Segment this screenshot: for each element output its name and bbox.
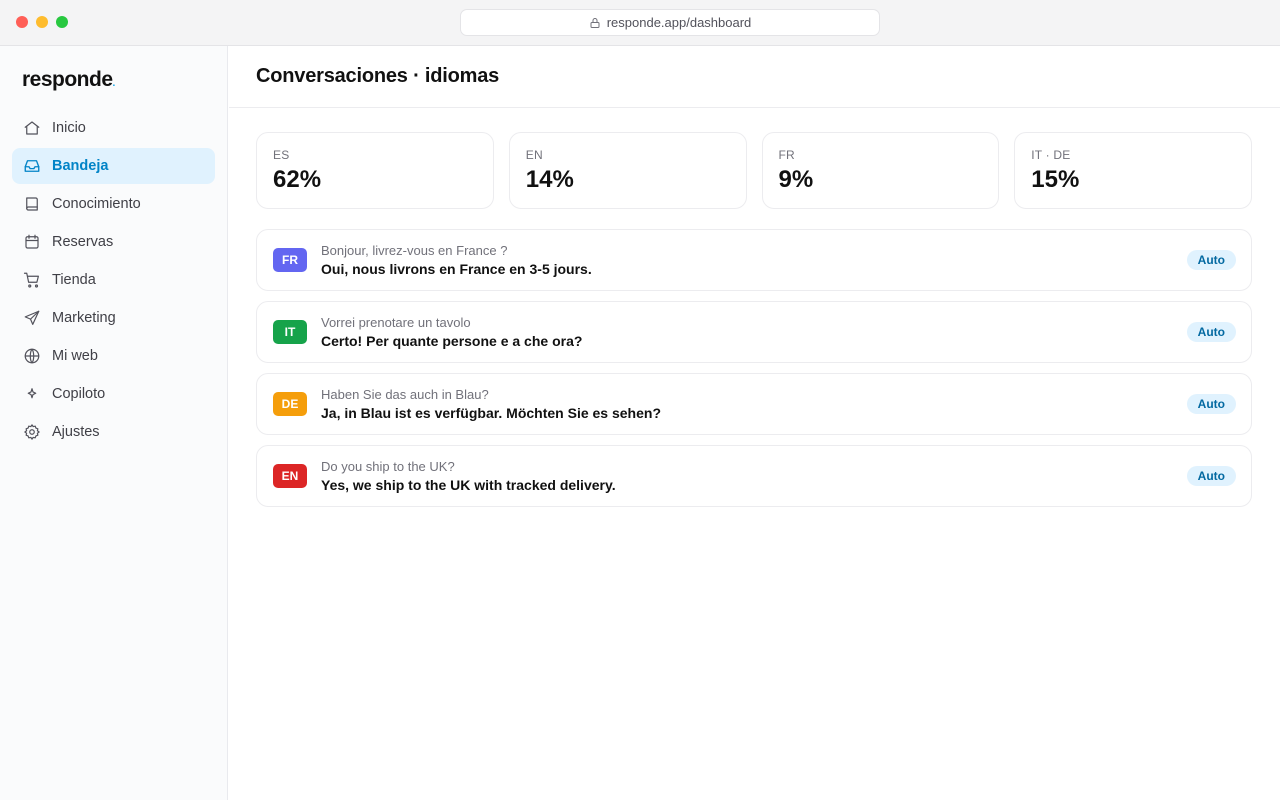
- sidebar-item-label: Bandeja: [52, 158, 109, 174]
- gear-icon: [23, 423, 41, 441]
- incoming-message: Haben Sie das auch in Blau?: [321, 387, 489, 402]
- status-badge: Auto: [1186, 466, 1236, 486]
- reply-message: Certo! Per quante persone e a che ora?: [321, 333, 583, 349]
- sidebar-item-copiloto[interactable]: Copiloto: [12, 376, 215, 412]
- book-icon: [23, 195, 41, 213]
- sidebar-item-ajustes[interactable]: Ajustes: [12, 414, 215, 450]
- sidebar: responde. Inicio Bandeja Conocimiento Re…: [0, 46, 228, 800]
- conversation-row[interactable]: DE Haben Sie das auch in Blau? Ja, in Bl…: [256, 373, 1252, 435]
- stat-value: 9%: [778, 166, 814, 193]
- sidebar-item-label: Copiloto: [52, 386, 106, 402]
- stat-label: FR: [778, 148, 795, 162]
- stat-card-it-de: IT · DE 15%: [1014, 132, 1252, 209]
- sidebar-item-label: Inicio: [52, 120, 86, 136]
- stat-card-es: ES 62%: [256, 132, 494, 209]
- conversation-row[interactable]: IT Vorrei prenotare un tavolo Certo! Per…: [256, 301, 1252, 363]
- status-badge: Auto: [1186, 394, 1236, 414]
- sidebar-item-mi-web[interactable]: Mi web: [12, 338, 215, 374]
- stat-label: IT · DE: [1031, 148, 1071, 162]
- language-badge: IT: [273, 320, 307, 344]
- language-badge: FR: [273, 248, 307, 272]
- sidebar-item-label: Marketing: [52, 310, 116, 326]
- reply-message: Yes, we ship to the UK with tracked deli…: [321, 477, 616, 493]
- calendar-icon: [23, 233, 41, 251]
- lock-icon: [590, 17, 600, 28]
- cart-icon: [23, 271, 41, 289]
- stat-card-fr: FR 9%: [761, 132, 1000, 209]
- sidebar-item-label: Reservas: [52, 234, 114, 250]
- stat-card-en: EN 14%: [508, 132, 747, 209]
- language-badge: DE: [273, 392, 307, 416]
- url-text: responde.app/dashboard: [606, 15, 752, 30]
- sidebar-item-reservas[interactable]: Reservas: [12, 224, 215, 260]
- conversation-row[interactable]: EN Do you ship to the UK? Yes, we ship t…: [256, 445, 1252, 507]
- page-title: Conversaciones · idiomas: [256, 65, 500, 87]
- incoming-message: Vorrei prenotare un tavolo: [321, 315, 471, 330]
- stat-value: 62%: [273, 166, 322, 193]
- sparkle-icon: [23, 385, 41, 403]
- browser-chrome: responde.app/dashboard: [0, 0, 1280, 46]
- sidebar-item-tienda[interactable]: Tienda: [12, 262, 215, 298]
- incoming-message: Do you ship to the UK?: [321, 459, 455, 474]
- sidebar-item-label: Tienda: [52, 272, 96, 288]
- maximize-window-button[interactable]: [56, 16, 68, 28]
- reply-message: Ja, in Blau ist es verfügbar. Möchten Si…: [321, 405, 661, 421]
- sidebar-item-conocimiento[interactable]: Conocimiento: [12, 186, 215, 222]
- address-bar[interactable]: responde.app/dashboard: [460, 9, 880, 36]
- minimize-window-button[interactable]: [36, 16, 48, 28]
- page-header: Conversaciones · idiomas: [229, 46, 1280, 108]
- sidebar-item-label: Mi web: [52, 348, 98, 364]
- status-badge: Auto: [1186, 250, 1236, 270]
- conversation-list: FR Bonjour, livrez-vous en France ? Oui,…: [256, 229, 1252, 517]
- brand-logo[interactable]: responde.: [22, 68, 115, 92]
- sidebar-item-inicio[interactable]: Inicio: [12, 110, 215, 146]
- stat-label: ES: [273, 148, 290, 162]
- reply-message: Oui, nous livrons en France en 3-5 jours…: [321, 261, 592, 277]
- status-badge: Auto: [1186, 322, 1236, 342]
- language-badge: EN: [273, 464, 307, 488]
- stat-label: EN: [525, 148, 543, 162]
- conversation-row[interactable]: FR Bonjour, livrez-vous en France ? Oui,…: [256, 229, 1252, 291]
- sidebar-item-bandeja[interactable]: Bandeja: [12, 148, 215, 184]
- stat-value: 14%: [525, 166, 574, 193]
- sidebar-item-marketing[interactable]: Marketing: [12, 300, 215, 336]
- sidebar-item-label: Conocimiento: [52, 196, 141, 212]
- incoming-message: Bonjour, livrez-vous en France ?: [321, 243, 508, 258]
- language-stats: ES 62% EN 14% FR 9% IT · DE 15%: [256, 132, 1252, 209]
- inbox-icon: [23, 157, 41, 175]
- globe-icon: [23, 347, 41, 365]
- sidebar-item-label: Ajustes: [52, 424, 100, 440]
- stat-value: 15%: [1031, 166, 1080, 193]
- brand-dot: .: [112, 78, 116, 89]
- close-window-button[interactable]: [16, 16, 28, 28]
- sidebar-nav: Inicio Bandeja Conocimiento Reservas Tie…: [12, 110, 215, 452]
- brand-name: responde: [22, 68, 113, 91]
- home-icon: [23, 119, 41, 137]
- send-icon: [23, 309, 41, 327]
